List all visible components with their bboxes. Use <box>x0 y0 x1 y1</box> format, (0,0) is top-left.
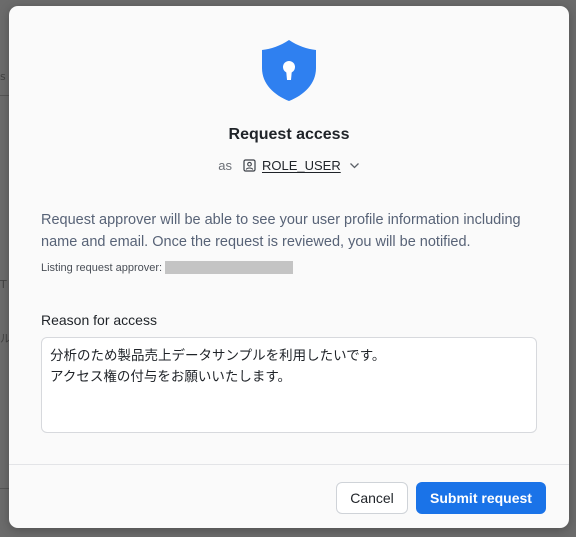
chevron-down-icon <box>349 163 359 169</box>
cancel-button[interactable]: Cancel <box>336 482 408 514</box>
background-text-fragment: T <box>0 278 7 291</box>
submit-request-button[interactable]: Submit request <box>416 482 546 514</box>
approver-label: Listing request approver: <box>41 261 163 274</box>
reason-textarea[interactable]: 分析のため製品売上データサンプルを利用したいです。 アクセス権の付与をお願いいた… <box>41 337 537 433</box>
as-label: as <box>218 158 232 173</box>
role-dropdown[interactable]: ROLE_USER <box>243 158 360 173</box>
footer-divider <box>9 464 569 465</box>
request-approver-row: Listing request approver: <box>41 261 294 274</box>
role-name: ROLE_USER <box>261 158 341 173</box>
dialog-title: Request access <box>228 126 350 143</box>
user-badge-icon <box>243 159 256 172</box>
redacted-approver <box>165 261 294 274</box>
reason-label: Reason for access <box>41 312 157 328</box>
background-text-fragment: s <box>0 70 6 83</box>
request-access-dialog: Request access as ROLE_USER Request appr… <box>9 6 569 528</box>
shield-lock-icon <box>262 40 316 101</box>
role-selector-row: as ROLE_USER <box>9 158 569 173</box>
approver-info-text: Request approver will be able to see you… <box>41 212 521 250</box>
